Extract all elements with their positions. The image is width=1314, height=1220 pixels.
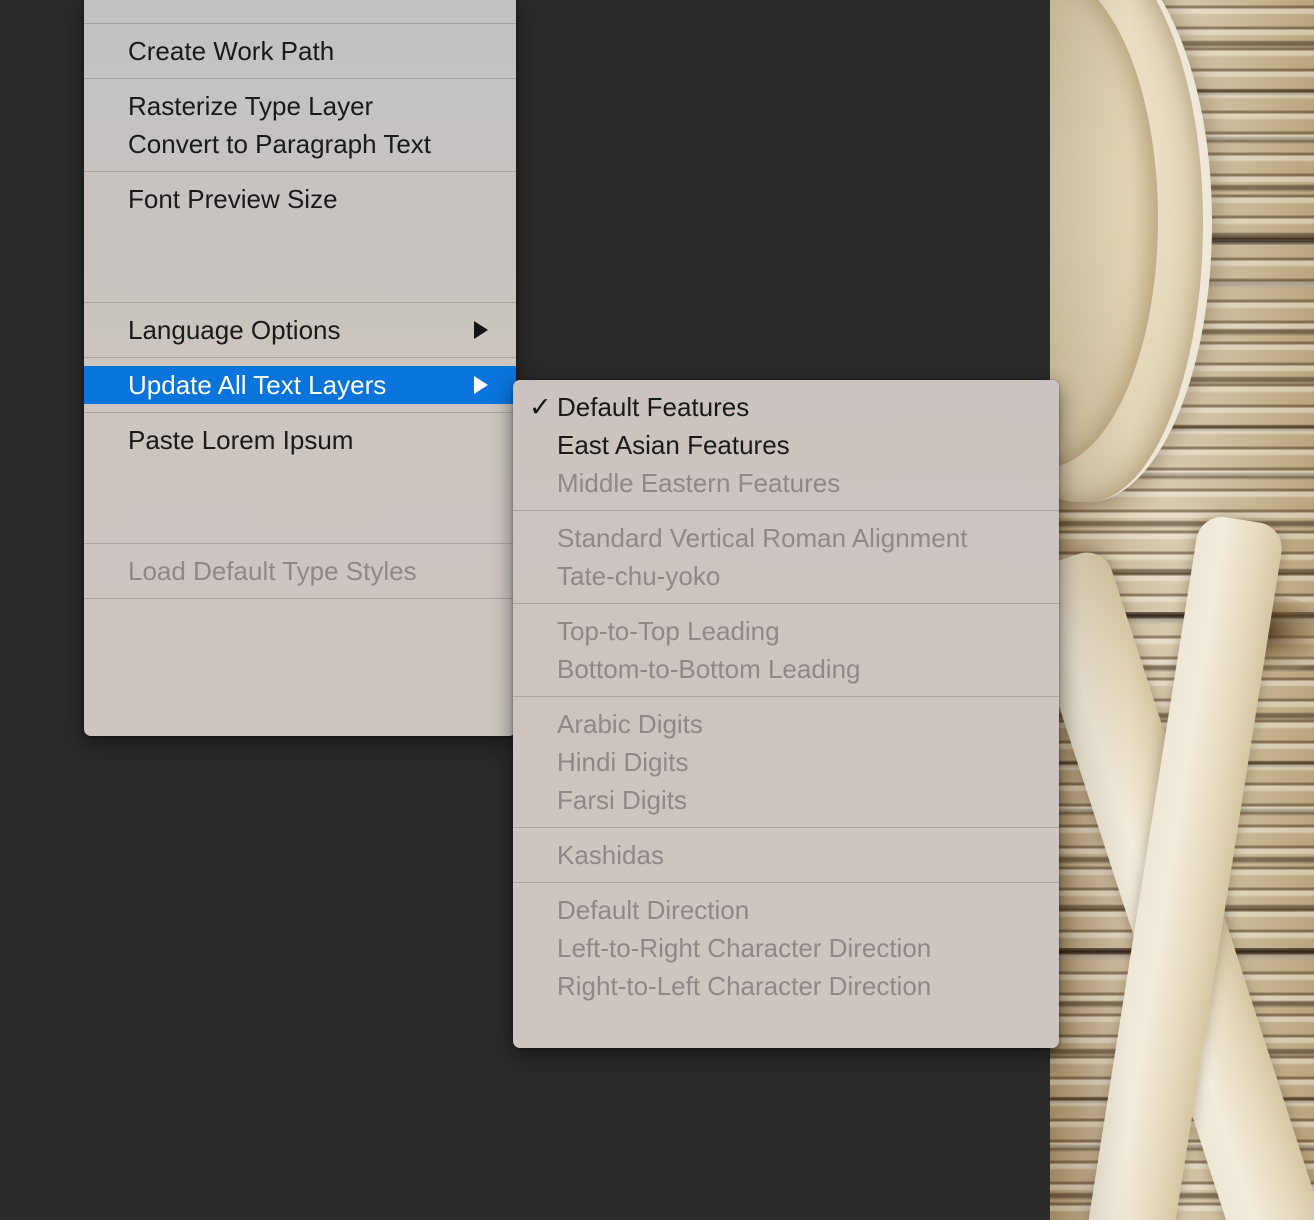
menu-item-save-default-type-styles[interactable] [84,645,516,683]
submenu-item-east-asian-features[interactable]: East Asian Features [513,426,1059,464]
menu-item-paste-lorem-ipsum: Load Default Type Styles [84,552,516,590]
submenu-item-hindi-digits: Hindi Digits [513,743,1059,781]
menu-item-label: Update All Text Layers [128,370,387,400]
type-menu[interactable]: Create Work Path Rasterize Type Layer Co… [84,0,516,736]
submenu-item-middle-eastern-features: Middle Eastern Features [513,464,1059,502]
language-options-submenu[interactable]: ✓ Default Features East Asian Features M… [513,380,1059,1048]
submenu-item-arabic-digits: Arabic Digits [513,705,1059,743]
application-window: Create Work Path Rasterize Type Layer Co… [0,0,1314,1220]
menu-item-label: Create Work Path [128,36,335,66]
menu-item-extrude-to-3d[interactable]: Create Work Path [84,32,516,70]
menu-item-resolve-missing-fonts[interactable] [84,497,516,535]
menu-item-label: Paste Lorem Ipsum [128,425,354,455]
checkmark-icon: ✓ [529,391,552,422]
submenu-arrow-icon [474,376,488,394]
menu-item-rasterize-type-layer[interactable]: Font Preview Size [84,180,516,218]
submenu-group-digits: Arabic Digits Hindi Digits Farsi Digits [513,696,1059,827]
submenu-item-right-to-left-character-direction: Right-to-Left Character Direction [513,967,1059,1005]
menu-item-convert-to-paragraph-text[interactable] [84,218,516,256]
menu-item-warp-text[interactable] [84,256,516,294]
submenu-item-farsi-digits: Farsi Digits [513,781,1059,819]
submenu-item-label: Default Direction [557,895,750,925]
menu-item-load-default-type-styles[interactable] [84,607,516,645]
submenu-group-vertical-alignment: Standard Vertical Roman Alignment Tate-c… [513,510,1059,603]
submenu-item-label: Right-to-Left Character Direction [557,971,932,1001]
menu-group-lorem: Load Default Type Styles [84,543,516,598]
menu-item-convert-to-shape[interactable]: Convert to Paragraph Text [84,125,516,163]
menu-group-default-type-styles [84,598,516,691]
menu-item-font-preview-size[interactable]: Language Options [84,311,516,349]
submenu-item-label: Left-to-Right Character Direction [557,933,932,963]
submenu-group-direction: Default Direction Left-to-Right Characte… [513,882,1059,1013]
submenu-item-label: Farsi Digits [557,785,688,815]
submenu-item-label: Hindi Digits [557,747,689,777]
submenu-item-bottom-to-bottom-leading: Bottom-to-Bottom Leading [513,650,1059,688]
menu-item-label: Convert to Paragraph Text [128,129,432,159]
submenu-item-kashidas: Kashidas [513,836,1059,874]
submenu-item-label: Middle Eastern Features [557,468,841,498]
submenu-arrow-icon [474,321,488,339]
menu-group-rasterize: Font Preview Size [84,171,516,302]
menu-item-label: Load Default Type Styles [128,556,417,586]
submenu-group-leading: Top-to-Top Leading Bottom-to-Bottom Lead… [513,603,1059,696]
menu-group-paths: Rasterize Type Layer Convert to Paragrap… [84,78,516,171]
menu-group-clipped [84,0,516,23]
menu-item-language-options[interactable]: Update All Text Layers [84,366,516,404]
menu-item-label: Rasterize Type Layer [128,91,374,121]
submenu-item-label: Bottom-to-Bottom Leading [557,654,861,684]
menu-item-create-work-path[interactable]: Rasterize Type Layer [84,87,516,125]
submenu-item-tate-chu-yoko: Tate-chu-yoko [513,557,1059,595]
menu-group-fonts-maintenance: Paste Lorem Ipsum [84,412,516,543]
menu-item-replace-all-missing-fonts[interactable] [84,459,516,497]
submenu-item-standard-vertical-roman-alignment: Standard Vertical Roman Alignment [513,519,1059,557]
submenu-item-top-to-top-leading: Top-to-Top Leading [513,612,1059,650]
menu-item-label: Language Options [128,315,341,345]
submenu-item-default-features[interactable]: ✓ Default Features [513,388,1059,426]
menu-item-label: Font Preview Size [128,184,338,214]
submenu-item-label: Top-to-Top Leading [557,616,780,646]
submenu-item-label: Default Features [557,392,750,422]
submenu-item-default-direction: Default Direction [513,891,1059,929]
submenu-item-label: East Asian Features [557,430,790,460]
document-canvas-photo [1050,0,1314,1220]
submenu-group-kashidas: Kashidas [513,827,1059,882]
menu-group-language-options: Update All Text Layers [84,357,516,412]
submenu-item-left-to-right-character-direction: Left-to-Right Character Direction [513,929,1059,967]
menu-group-3d: Create Work Path [84,23,516,78]
submenu-item-label: Tate-chu-yoko [557,561,721,591]
submenu-item-label: Arabic Digits [557,709,703,739]
submenu-item-label: Standard Vertical Roman Alignment [557,523,968,553]
submenu-item-label: Kashidas [557,840,664,870]
submenu-group-features: ✓ Default Features East Asian Features M… [513,380,1059,510]
menu-group-font-preview: Language Options [84,302,516,357]
menu-item-update-all-text-layers[interactable]: Paste Lorem Ipsum [84,421,516,459]
